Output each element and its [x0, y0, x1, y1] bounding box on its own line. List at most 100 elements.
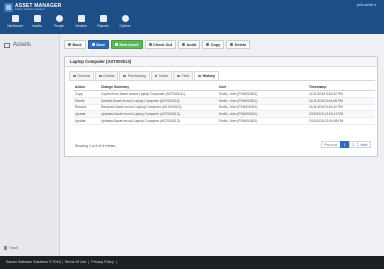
previous-page-button[interactable]: Previous: [320, 141, 341, 148]
new-asset-label: New Asset: [119, 42, 139, 47]
footer-separator: |: [114, 260, 117, 264]
tab-notes[interactable]: Notes: [150, 71, 173, 80]
cell-action: Restore: [73, 104, 99, 112]
sidebar: Assets Trash: [0, 34, 60, 256]
cell-user: Smith, John (PSN000001): [217, 104, 307, 112]
page-footer: Kaizen Software Solutions © 2016 | Terms…: [0, 256, 384, 269]
cell-summary: Deleted Asset record: Laptop Computer (A…: [99, 97, 217, 105]
terms-of-use-link[interactable]: Terms Of Use: [64, 260, 86, 264]
purchasing-icon: [123, 74, 127, 78]
nav-people[interactable]: People: [48, 13, 70, 33]
history-icon: [198, 74, 202, 78]
next-page-button[interactable]: Next: [357, 141, 371, 148]
tab-history[interactable]: History: [194, 71, 219, 80]
nav-dashboard[interactable]: Dashboard: [4, 13, 26, 33]
cell-action: Delete: [73, 97, 99, 105]
app-logo[interactable]: ASSET MANAGER Kaizen Software Solutions: [4, 3, 61, 12]
reports-icon: [99, 15, 107, 22]
asset-record-panel: Laptop Computer (AST000013) General Deta…: [64, 56, 378, 157]
tab-general[interactable]: General: [69, 71, 95, 80]
dashboard-icon: [11, 15, 19, 22]
nav-options[interactable]: Options: [114, 13, 136, 33]
sidebar-heading: Assets: [4, 42, 31, 48]
cell-user: Smith, John (PSN000001): [217, 117, 307, 125]
footer-separator: |: [87, 260, 90, 264]
back-label: Back: [72, 42, 82, 47]
nav-label: Assets: [32, 24, 42, 28]
main-nav: Dashboard Assets People Vendors Reports …: [4, 13, 136, 33]
details-icon: [99, 74, 102, 78]
cell-timestamp: 11/11/2015 5:43:32 PM: [307, 90, 375, 98]
table-row: Copy Copied from Asset record Laptop Com…: [73, 90, 375, 98]
history-table: Action Change Summary User Timestamp Cop…: [73, 84, 375, 125]
files-icon: [177, 74, 181, 78]
logo-subtitle: Kaizen Software Solutions: [15, 8, 46, 11]
people-icon: [55, 15, 63, 22]
notes-icon: [154, 74, 158, 78]
cell-user: Smith, John (PSN000001): [217, 90, 307, 98]
options-icon: [121, 15, 129, 22]
pagination-info: Showing 1 to 5 of 6 entries: [75, 144, 116, 148]
copy-button[interactable]: Copy: [202, 40, 225, 49]
cell-timestamp: 11/11/2015 6:44:08 PM: [307, 97, 375, 105]
save-label: Save: [96, 42, 105, 47]
user-menu[interactable]: john.smith ▾: [357, 3, 376, 7]
cell-action: Update: [73, 110, 99, 119]
audit-button[interactable]: Audit: [178, 40, 201, 49]
cell-user: Smith, John (PSN000001): [217, 97, 307, 105]
new-asset-button[interactable]: New Asset: [110, 40, 143, 49]
vendors-icon: [77, 15, 85, 22]
table-row: Update Updated Asset record Laptop Compu…: [73, 110, 375, 119]
footer-copyright: Kaizen Software Solutions © 2016 |: [6, 260, 63, 264]
audit-icon: [182, 43, 186, 46]
check-out-label: Check Out: [153, 42, 173, 47]
tab-label: Purchasing: [127, 74, 146, 78]
arrow-left-icon: [68, 43, 71, 46]
save-button[interactable]: Save: [87, 40, 109, 49]
trash-icon: [4, 246, 7, 250]
cell-timestamp: 2/19/2016 12:52:13 PM: [307, 110, 375, 119]
tab-label: Files: [181, 74, 190, 78]
table-row: Update Updated Asset record Laptop Compu…: [73, 117, 375, 125]
privacy-policy-link[interactable]: Privacy Policy: [91, 260, 113, 264]
tab-label: History: [202, 74, 215, 78]
back-button[interactable]: Back: [64, 40, 86, 49]
trash-label: Trash: [9, 246, 19, 250]
pagination: Previous 1 2 Next: [320, 141, 371, 148]
cell-summary: Copied from Asset record Laptop Computer…: [99, 90, 217, 98]
delete-button[interactable]: Delete: [226, 40, 251, 49]
tab-purchasing[interactable]: Purchasing: [119, 71, 150, 80]
plus-icon: [114, 43, 118, 46]
panel-title: Laptop Computer (AST000013): [65, 57, 377, 67]
nav-label: People: [54, 24, 64, 28]
nav-reports[interactable]: Reports: [92, 13, 114, 33]
delete-label: Delete: [234, 42, 247, 47]
cell-action: Update: [73, 117, 99, 125]
cell-timestamp: 11/11/2015 6:44:42 PM: [307, 104, 375, 112]
nav-label: Dashboard: [7, 24, 23, 28]
nav-label: Options: [119, 24, 131, 28]
record-toolbar: Back Save New Asset Check Out Audit Copy…: [64, 40, 252, 50]
cell-action: Copy: [73, 90, 99, 98]
nav-label: Reports: [97, 24, 109, 28]
check-out-icon: [148, 43, 152, 46]
record-tabs: General Details Purchasing Notes Files H…: [69, 71, 220, 80]
sidebar-trash-link[interactable]: Trash: [4, 246, 18, 250]
audit-label: Audit: [186, 42, 197, 47]
nav-label: Vendors: [75, 24, 87, 28]
tab-details[interactable]: Details: [95, 71, 119, 80]
cell-summary: Restored Asset record: Laptop Computer (…: [99, 104, 217, 112]
check-out-button[interactable]: Check Out: [144, 40, 177, 49]
tab-label: Notes: [158, 74, 169, 78]
copy-icon: [206, 43, 210, 46]
tab-label: General: [77, 74, 91, 78]
cell-user: Smith, John (PSN000001): [217, 110, 307, 119]
delete-icon: [230, 43, 234, 46]
table-row: Delete Deleted Asset record: Laptop Comp…: [73, 97, 375, 105]
top-navbar: ASSET MANAGER Kaizen Software Solutions …: [0, 0, 384, 34]
cell-timestamp: 2/19/2016 12:54:58 PM: [307, 117, 375, 125]
tab-files[interactable]: Files: [173, 71, 194, 80]
nav-vendors[interactable]: Vendors: [70, 13, 92, 33]
nav-assets[interactable]: Assets: [26, 13, 48, 33]
table-row: Restore Restored Asset record: Laptop Co…: [73, 104, 375, 112]
